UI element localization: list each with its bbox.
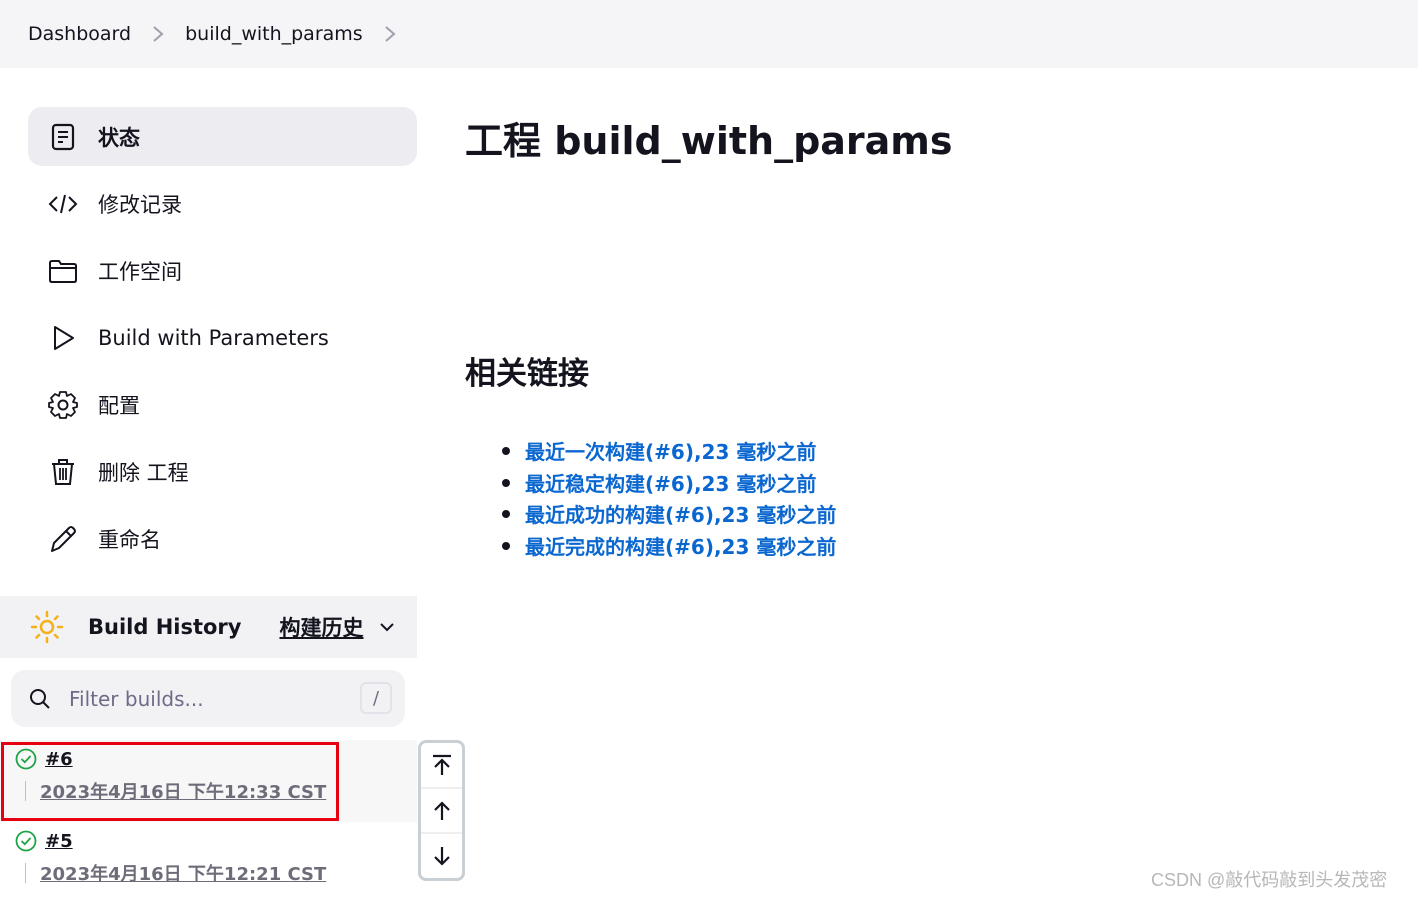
- sidebar-item-label: 状态: [98, 125, 140, 150]
- sidebar-item-label: 修改记录: [98, 192, 182, 217]
- build-number-link[interactable]: #5: [45, 831, 73, 852]
- build-history-title: Build History: [88, 615, 242, 639]
- last-build-link[interactable]: 最近一次构建(#6),23 毫秒之前: [525, 436, 816, 465]
- arrow-up-icon: [433, 800, 450, 820]
- build-row[interactable]: #6 2023年4月16日 下午12:33 CST: [0, 740, 417, 822]
- breadcrumb-project[interactable]: build_with_params: [185, 23, 363, 45]
- sidebar-item-delete-project[interactable]: 删除 工程: [28, 442, 417, 501]
- build-history-header: Build History 构建历史: [0, 596, 417, 658]
- main-content: 工程 build_with_params: [465, 110, 953, 165]
- sidebar-item-label: 工作空间: [98, 259, 182, 284]
- timeline-divider: [25, 863, 26, 883]
- build-row[interactable]: #5 2023年4月16日 下午12:21 CST: [0, 822, 417, 904]
- trash-icon: [48, 457, 78, 487]
- code-icon: [48, 189, 78, 219]
- arrow-down-icon: [433, 847, 450, 866]
- sidebar-item-label: Build with Parameters: [98, 325, 329, 350]
- sidebar-tasks: 状态 修改记录 工作空间 Build with Parameters 配置 删除…: [28, 107, 417, 576]
- pencil-icon: [48, 524, 78, 554]
- last-completed-build-link[interactable]: 最近完成的构建(#6),23 毫秒之前: [525, 531, 836, 560]
- last-successful-build-link[interactable]: 最近成功的构建(#6),23 毫秒之前: [525, 499, 836, 528]
- build-list-scroll-controls: [418, 740, 465, 881]
- sidebar-item-rename[interactable]: 重命名: [28, 509, 417, 568]
- sidebar-item-configure[interactable]: 配置: [28, 375, 417, 434]
- document-icon: [48, 122, 78, 152]
- build-date-link[interactable]: 2023年4月16日 下午12:21 CST: [40, 860, 326, 886]
- list-item: 最近成功的构建(#6),23 毫秒之前: [501, 498, 836, 530]
- sun-icon: [30, 610, 64, 644]
- build-list: #6 2023年4月16日 下午12:33 CST #5 2023年4月16日 …: [0, 740, 417, 904]
- filter-builds-input[interactable]: [69, 686, 339, 711]
- sidebar-item-changes[interactable]: 修改记录: [28, 174, 417, 233]
- scroll-down-button[interactable]: [421, 834, 462, 878]
- sidebar-item-workspace[interactable]: 工作空间: [28, 241, 417, 300]
- chevron-right-icon[interactable]: [383, 25, 397, 43]
- sidebar-item-label: 重命名: [98, 527, 161, 552]
- page-title: 工程 build_with_params: [465, 119, 953, 163]
- sidebar-item-label: 配置: [98, 393, 140, 418]
- timeline-divider: [25, 781, 26, 801]
- play-icon: [48, 323, 78, 353]
- folder-icon: [48, 256, 78, 286]
- shortcut-key-hint: /: [360, 682, 392, 714]
- list-item: 最近完成的构建(#6),23 毫秒之前: [501, 530, 836, 562]
- arrow-to-top-icon: [432, 754, 451, 775]
- related-links-title: 相关链接: [465, 356, 589, 392]
- scroll-up-button[interactable]: [421, 789, 462, 835]
- chevron-down-icon[interactable]: [377, 617, 397, 637]
- search-icon: [30, 688, 50, 709]
- last-stable-build-link[interactable]: 最近稳定构建(#6),23 毫秒之前: [525, 468, 816, 497]
- sidebar-item-status[interactable]: 状态: [28, 107, 417, 166]
- breadcrumb-dashboard[interactable]: Dashboard: [28, 23, 131, 45]
- build-number-link[interactable]: #6: [45, 749, 73, 770]
- build-date-link[interactable]: 2023年4月16日 下午12:33 CST: [40, 778, 326, 804]
- filter-builds: /: [11, 670, 405, 727]
- success-check-icon: [15, 748, 37, 770]
- sidebar-item-build-with-parameters[interactable]: Build with Parameters: [28, 308, 417, 367]
- breadcrumb: Dashboard build_with_params: [0, 0, 1418, 68]
- chevron-right-icon[interactable]: [151, 25, 165, 43]
- scroll-to-top-button[interactable]: [421, 743, 462, 789]
- build-history-link[interactable]: 构建历史: [279, 612, 363, 642]
- related-links-list: 最近一次构建(#6),23 毫秒之前 最近稳定构建(#6),23 毫秒之前 最近…: [501, 435, 836, 562]
- list-item: 最近稳定构建(#6),23 毫秒之前: [501, 467, 836, 499]
- gear-icon: [48, 390, 78, 420]
- success-check-icon: [15, 830, 37, 852]
- watermark: CSDN @敲代码敲到头发茂密: [1151, 870, 1388, 890]
- list-item: 最近一次构建(#6),23 毫秒之前: [501, 435, 836, 467]
- sidebar-item-label: 删除 工程: [98, 460, 189, 485]
